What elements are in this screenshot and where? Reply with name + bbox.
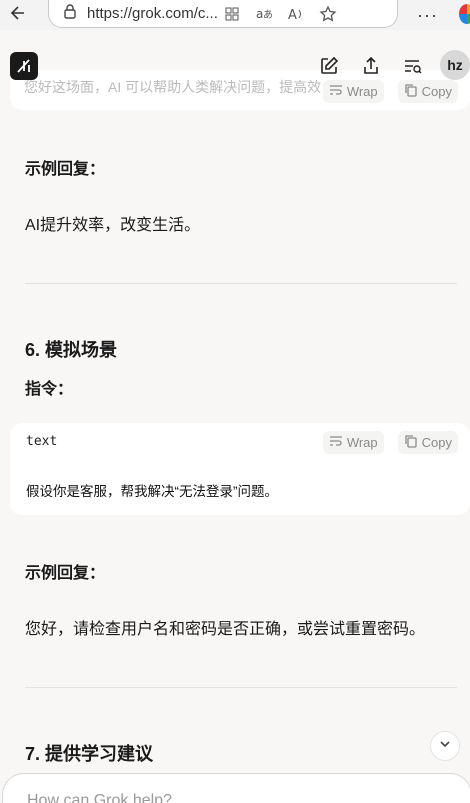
browser-toolbar: https://grok.com/c... aあ A ··· xyxy=(0,0,470,30)
copy-icon xyxy=(404,434,418,451)
lock-icon[interactable] xyxy=(63,3,77,24)
back-button[interactable] xyxy=(0,0,36,30)
copy-button[interactable]: Copy xyxy=(397,431,458,454)
example-reply-text: AI提升效率，改变生活。 xyxy=(25,217,201,234)
svg-text:あ: あ xyxy=(263,9,273,21)
code-block: text Wrap Copy 假设你是客服，帮我解决“无法登录”问题。 xyxy=(10,423,470,515)
url-text[interactable]: https://grok.com/c... xyxy=(87,5,217,22)
read-aloud-icon[interactable]: A xyxy=(287,5,305,23)
copy-label: Copy xyxy=(421,435,452,450)
wrap-label: Wrap xyxy=(346,435,378,450)
share-icon[interactable] xyxy=(359,54,383,78)
star-icon[interactable] xyxy=(319,4,337,23)
code-language: text xyxy=(26,434,58,449)
svg-text:A: A xyxy=(288,8,297,22)
section-heading-6: 6. 模拟场景 xyxy=(25,340,118,360)
address-bar[interactable]: https://grok.com/c... aあ A xyxy=(48,0,398,28)
chevron-down-icon xyxy=(438,737,452,756)
copilot-icon[interactable] xyxy=(459,4,470,24)
arrow-left-icon xyxy=(9,4,27,27)
history-icon[interactable] xyxy=(400,54,424,78)
example-reply-label: 示例回复： xyxy=(25,565,106,582)
instruction-label: 指令： xyxy=(25,381,74,398)
edit-icon[interactable] xyxy=(317,54,341,78)
wrap-button[interactable]: Wrap xyxy=(322,431,384,454)
app-header: hz xyxy=(0,30,470,100)
divider xyxy=(25,283,457,284)
more-menu-icon[interactable]: ··· xyxy=(417,5,438,26)
code-content: 假设你是客服，帮我解决“无法登录”问题。 xyxy=(26,484,278,499)
translate-icon[interactable]: aあ xyxy=(255,5,273,23)
scroll-down-button[interactable] xyxy=(430,731,460,761)
wrap-icon xyxy=(329,434,343,451)
divider xyxy=(25,687,457,688)
chat-input[interactable] xyxy=(27,792,427,803)
example-reply-label: 示例回复： xyxy=(25,161,106,178)
chat-input-container[interactable] xyxy=(2,773,470,803)
example-reply-text: 您好，请检查用户名和密码是否正确，或尝试重置密码。 xyxy=(25,621,426,638)
section-heading-7: 7. 提供学习建议 xyxy=(25,744,154,764)
avatar[interactable]: hz xyxy=(440,50,470,80)
app-grid-icon[interactable] xyxy=(223,5,241,23)
grok-logo[interactable] xyxy=(10,52,38,80)
